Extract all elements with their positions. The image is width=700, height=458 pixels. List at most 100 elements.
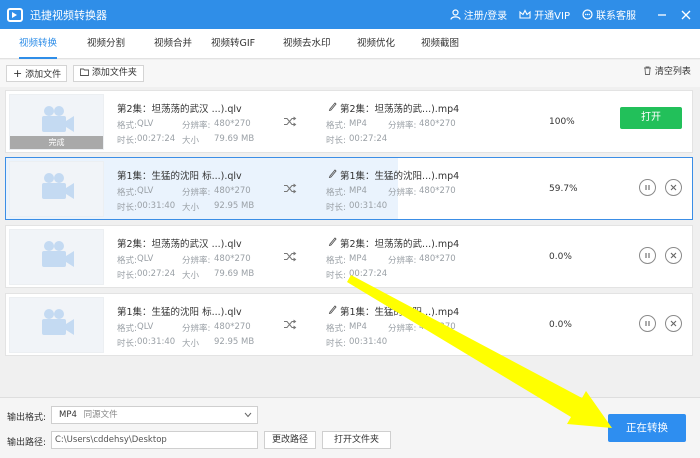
source-duration-label: 时长: <box>117 271 137 281</box>
folder-icon <box>80 68 89 76</box>
output-filename: 第2集：坦荡荡的武...).mp4 <box>340 104 460 115</box>
tab-video-screenshot[interactable]: 视频截图 <box>421 29 459 59</box>
list-item[interactable]: 第1集：生猛的沈阳 标...).qlv 格式: QLV 分辨率: 480*270… <box>5 293 693 356</box>
pause-button[interactable] <box>639 247 656 264</box>
file-toolbar: + 添加文件 添加文件夹 清空列表 <box>0 60 700 87</box>
source-size-label: 大小 <box>182 203 200 213</box>
output-format: MP4 <box>349 186 367 196</box>
tab-video-split[interactable]: 视频分割 <box>87 29 125 59</box>
tab-remove-watermark[interactable]: 视频去水印 <box>283 29 331 59</box>
progress-text: 0.0% <box>549 252 572 262</box>
edit-name-icon[interactable] <box>328 304 337 314</box>
remove-button[interactable] <box>665 179 682 196</box>
crown-icon <box>519 9 531 19</box>
output-filename: 第1集：生猛的沈阳...).mp4 <box>340 171 460 182</box>
support-icon <box>582 9 593 20</box>
open-folder-button[interactable]: 打开文件夹 <box>322 431 391 449</box>
plus-icon: + <box>13 67 23 80</box>
edit-name-icon[interactable] <box>328 168 337 178</box>
pause-button[interactable] <box>639 179 656 196</box>
output-resolution: 480*270 <box>419 322 456 332</box>
source-format: QLV <box>137 322 154 332</box>
output-duration-label: 时长: <box>326 136 346 146</box>
output-duration-label: 时长: <box>326 203 346 213</box>
output-format-label: 输出格式: <box>7 413 47 423</box>
login-link[interactable]: 注册/登录 <box>450 7 507 22</box>
edit-name-icon[interactable] <box>328 101 337 111</box>
source-size: 92.95 MB <box>214 201 255 211</box>
output-format-sub: 同源文件 <box>83 410 118 420</box>
vip-label: 开通VIP <box>534 11 570 22</box>
output-resolution: 480*270 <box>419 186 456 196</box>
source-resolution-label: 分辨率: <box>182 256 211 266</box>
source-size: 92.95 MB <box>214 337 255 347</box>
minimize-button[interactable] <box>652 5 672 25</box>
source-resolution-label: 分辨率: <box>182 324 211 334</box>
pause-icon <box>645 185 650 190</box>
source-filename: 第1集：生猛的沈阳 标...).qlv <box>117 171 242 182</box>
video-camera-icon <box>42 106 74 132</box>
output-format: MP4 <box>349 119 367 129</box>
tab-video-convert[interactable]: 视频转换 <box>19 29 58 59</box>
source-size-label: 大小 <box>182 136 200 146</box>
source-format-label: 格式: <box>117 256 137 266</box>
remove-button[interactable] <box>665 315 682 332</box>
source-filename: 第1集：生猛的沈阳 标...).qlv <box>117 307 242 318</box>
trash-icon <box>644 66 651 75</box>
list-item[interactable]: 第1集：生猛的沈阳 标...).qlv 格式: QLV 分辨率: 480*270… <box>5 157 693 220</box>
support-link[interactable]: 联系客服 <box>582 7 636 22</box>
source-duration: 00:31:40 <box>137 201 176 211</box>
convert-button[interactable]: 正在转换 <box>608 414 686 442</box>
video-thumbnail <box>9 229 104 285</box>
add-file-button[interactable]: + 添加文件 <box>6 65 67 82</box>
remove-button[interactable] <box>665 247 682 264</box>
open-file-button[interactable]: 打开 <box>620 107 682 129</box>
source-size: 79.69 MB <box>214 134 255 144</box>
progress-text: 0.0% <box>549 320 572 330</box>
minimize-icon <box>658 13 666 16</box>
tab-video-merge[interactable]: 视频合并 <box>154 29 192 59</box>
shuffle-icon <box>284 251 297 262</box>
source-duration-label: 时长: <box>117 136 137 146</box>
output-duration: 00:31:40 <box>349 201 388 211</box>
source-format-label: 格式: <box>117 324 137 334</box>
source-format-label: 格式: <box>117 121 137 131</box>
output-resolution-label: 分辨率: <box>388 121 417 131</box>
conversion-list: 完成 第2集：坦荡荡的武汉 ...).qlv 格式: QLV 分辨率: 480*… <box>0 87 700 397</box>
shuffle-icon <box>284 116 297 127</box>
source-filename: 第2集：坦荡荡的武汉 ...).qlv <box>117 104 242 115</box>
source-format: QLV <box>137 186 154 196</box>
video-thumbnail <box>9 297 104 353</box>
output-duration: 00:27:24 <box>349 134 388 144</box>
video-camera-icon <box>42 241 74 267</box>
output-path-input[interactable] <box>51 431 258 449</box>
clear-list-button[interactable]: 清空列表 <box>637 65 692 82</box>
source-resolution-label: 分辨率: <box>182 121 211 131</box>
list-item[interactable]: 第2集：坦荡荡的武汉 ...).qlv 格式: QLV 分辨率: 480*270… <box>5 225 693 288</box>
feature-tabs: 视频转换 视频分割 视频合并 视频转GIF 视频去水印 视频优化 视频截图 <box>0 29 700 59</box>
source-duration: 00:27:24 <box>137 269 176 279</box>
add-folder-label: 添加文件夹 <box>91 68 137 78</box>
change-path-button[interactable]: 更改路径 <box>264 431 316 449</box>
tab-video-to-gif[interactable]: 视频转GIF <box>211 29 255 59</box>
close-icon <box>681 10 691 19</box>
vip-link[interactable]: 开通VIP <box>519 7 570 22</box>
pause-button[interactable] <box>639 315 656 332</box>
edit-name-icon[interactable] <box>328 236 337 246</box>
source-format-label: 格式: <box>117 188 137 198</box>
tab-video-optimize[interactable]: 视频优化 <box>357 29 395 59</box>
source-resolution-label: 分辨率: <box>182 188 211 198</box>
clear-list-label: 清空列表 <box>654 67 691 77</box>
output-format-label: 格式: <box>326 324 346 334</box>
list-item[interactable]: 完成 第2集：坦荡荡的武汉 ...).qlv 格式: QLV 分辨率: 480*… <box>5 90 693 153</box>
output-path-label: 输出路径: <box>7 438 47 448</box>
close-icon <box>670 252 677 259</box>
source-duration-label: 时长: <box>117 203 137 213</box>
source-resolution: 480*270 <box>214 186 251 196</box>
source-duration: 00:27:24 <box>137 134 176 144</box>
add-folder-button[interactable]: 添加文件夹 <box>73 65 144 82</box>
close-button[interactable] <box>676 5 696 25</box>
close-icon <box>670 184 677 191</box>
output-format-select[interactable]: MP4 同源文件 <box>51 406 258 424</box>
output-duration: 00:31:40 <box>349 337 388 347</box>
